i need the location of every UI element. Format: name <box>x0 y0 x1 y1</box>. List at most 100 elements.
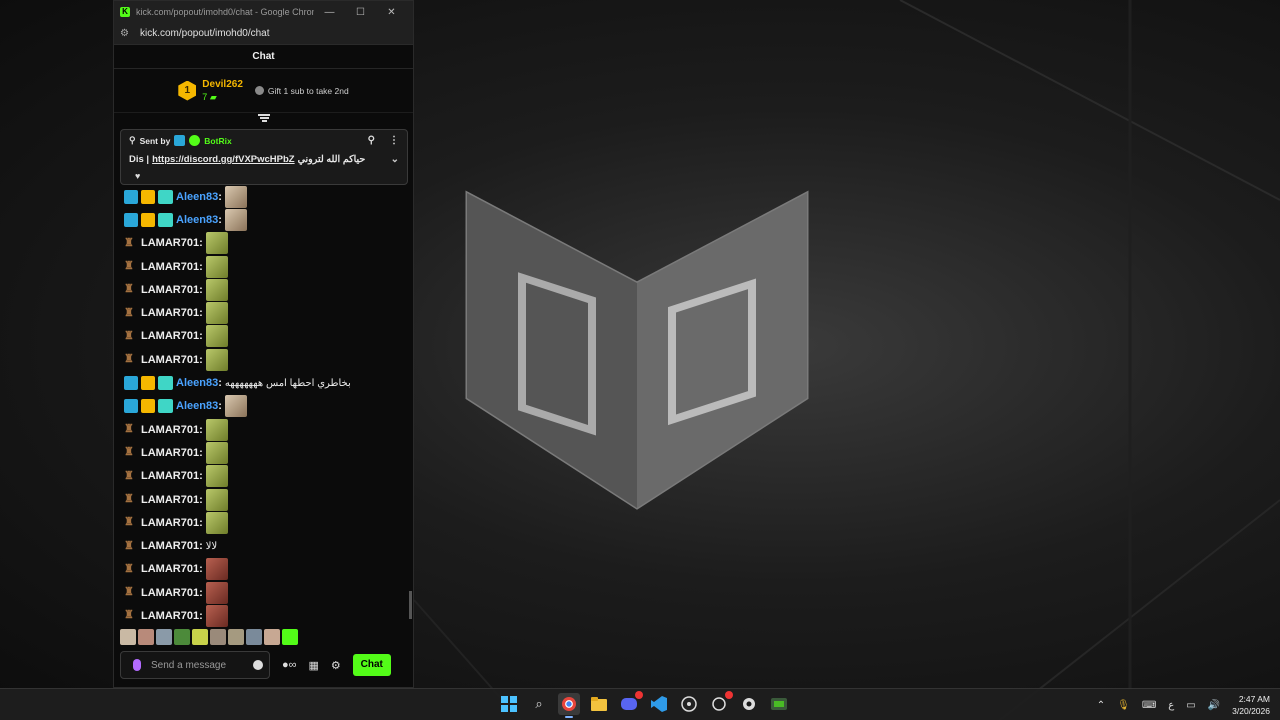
chat-username[interactable]: Aleen83 <box>176 191 218 203</box>
chat-message[interactable]: ♜ LAMAR701: <box>114 604 414 627</box>
quick-emote[interactable] <box>156 629 172 645</box>
emote-image[interactable] <box>224 395 247 418</box>
chat-username[interactable]: LAMAR701 <box>141 587 199 599</box>
obs-icon[interactable] <box>678 693 700 715</box>
chat-username[interactable]: LAMAR701 <box>141 284 199 296</box>
chat-message[interactable]: Aleen83: <box>114 395 414 418</box>
discord-icon[interactable] <box>618 691 643 715</box>
chat-message[interactable]: ♜ LAMAR701: <box>114 278 414 301</box>
chat-message[interactable]: ♜ LAMAR701: <box>114 255 414 278</box>
chat-username[interactable]: Aleen83 <box>176 400 218 412</box>
keyboard-icon[interactable]: ⌨ <box>1142 700 1156 711</box>
chat-username[interactable]: LAMAR701 <box>141 237 199 249</box>
emote-image[interactable] <box>205 278 228 301</box>
leader-username[interactable]: Devil262 <box>202 79 243 91</box>
emote-image[interactable] <box>205 302 228 325</box>
chat-message[interactable]: ♜ LAMAR701: <box>114 301 414 325</box>
chat-message[interactable]: ♜ LAMAR701: <box>114 441 414 464</box>
chat-message[interactable]: Aleen83: <box>114 208 414 231</box>
emote-image[interactable] <box>205 581 228 604</box>
quick-emote[interactable] <box>264 629 280 645</box>
maximize-button[interactable]: ☐ <box>345 7 376 18</box>
chat-message[interactable]: Aleen83: بخاطري احطها امس هههههههه <box>114 371 414 394</box>
game-bar-icon[interactable] <box>768 693 790 715</box>
chat-username[interactable]: LAMAR701 <box>141 540 199 552</box>
more-options-icon[interactable]: ⋮ <box>389 135 399 146</box>
chat-username[interactable]: LAMAR701 <box>141 307 199 319</box>
emote-image[interactable] <box>205 558 228 581</box>
language-indicator[interactable]: ع <box>1168 700 1174 711</box>
chat-message[interactable]: ♜ LAMAR701: <box>114 488 414 511</box>
emote-image[interactable] <box>205 604 228 627</box>
unpin-icon[interactable]: ⚲ <box>368 135 375 146</box>
chat-username[interactable]: LAMAR701 <box>141 563 199 575</box>
quick-emote[interactable] <box>228 629 244 645</box>
microphone-icon[interactable] <box>133 659 141 671</box>
chat-username[interactable]: LAMAR701 <box>141 517 199 529</box>
chevron-down-icon[interactable]: ⌄ <box>391 154 399 165</box>
chat-message[interactable]: ♜ LAMAR701: <box>114 232 414 255</box>
chat-message[interactable]: ♜ LAMAR701: <box>114 418 414 441</box>
gift-sub-prompt[interactable]: Gift 1 sub to take 2nd <box>254 86 349 96</box>
chat-username[interactable]: LAMAR701 <box>141 610 199 622</box>
settings-gear-icon[interactable]: ⚙ <box>331 659 341 672</box>
emote-image[interactable] <box>205 348 228 371</box>
chat-username[interactable]: LAMAR701 <box>141 330 199 342</box>
emote-image[interactable] <box>205 465 228 488</box>
window-titlebar[interactable]: K kick.com/popout/imohd0/chat - Google C… <box>114 1 413 23</box>
chat-message[interactable]: ♜ LAMAR701: <box>114 558 414 581</box>
chat-message[interactable]: ♜ LAMAR701: <box>114 581 414 604</box>
quick-emote[interactable] <box>192 629 208 645</box>
gift-leaderboard[interactable]: 1 Devil262 7 ▰ Gift 1 sub to take 2nd <box>114 69 413 113</box>
emote-image[interactable] <box>205 232 228 255</box>
quick-emote[interactable] <box>210 629 226 645</box>
points-icon[interactable]: ●∞ <box>282 659 297 671</box>
chat-username[interactable]: LAMAR701 <box>141 424 199 436</box>
windows-start-icon[interactable] <box>498 693 520 715</box>
emote-image[interactable] <box>205 511 228 534</box>
heart-icon[interactable]: ♥ <box>135 171 140 181</box>
chat-message[interactable]: ♜ LAMAR701: <box>114 325 414 348</box>
emote-image[interactable] <box>224 208 247 231</box>
send-chat-button[interactable]: Chat <box>352 654 391 676</box>
chat-username[interactable]: LAMAR701 <box>141 447 199 459</box>
chat-username[interactable]: Aleen83 <box>176 377 218 389</box>
network-icon[interactable]: ▭ <box>1186 700 1195 711</box>
discord-link[interactable]: https://discord.gg/fVXPwcHPbZ <box>152 154 295 165</box>
quick-emote[interactable] <box>174 629 190 645</box>
emoji-picker-icon[interactable] <box>253 660 263 670</box>
chat-username[interactable]: LAMAR701 <box>141 261 199 273</box>
store-icon[interactable]: ▦ <box>309 659 319 672</box>
quick-emote[interactable] <box>246 629 262 645</box>
emote-image[interactable] <box>205 418 228 441</box>
emote-image[interactable] <box>205 488 228 511</box>
minimize-button[interactable]: — <box>314 7 345 18</box>
address-bar[interactable]: ⚙ kick.com/popout/imohd0/chat <box>114 23 413 45</box>
volume-icon[interactable]: 🔊 <box>1208 700 1220 711</box>
emote-image[interactable] <box>205 255 228 278</box>
chat-username[interactable]: LAMAR701 <box>141 354 199 366</box>
vscode-icon[interactable] <box>648 693 670 715</box>
quick-emote[interactable] <box>282 629 298 645</box>
chat-message[interactable]: ♜ LAMAR701: <box>114 511 414 534</box>
taskbar-clock[interactable]: 2:47 AM 3/20/2026 <box>1232 693 1270 717</box>
pinned-sender[interactable]: BotRix <box>204 136 231 146</box>
chat-username[interactable]: LAMAR701 <box>141 470 199 482</box>
message-input[interactable]: Send a message <box>120 651 270 679</box>
search-icon[interactable]: ⌕ <box>528 693 550 715</box>
site-info-icon[interactable]: ⚙ <box>120 28 132 40</box>
microphone-tray-icon[interactable]: 🎙 <box>1117 700 1130 711</box>
chat-message[interactable]: ♜ LAMAR701: لالا <box>114 534 414 557</box>
chat-username[interactable]: Aleen83 <box>176 214 218 226</box>
close-button[interactable]: ✕ <box>376 7 407 18</box>
file-explorer-icon[interactable] <box>588 693 610 715</box>
chat-username[interactable]: LAMAR701 <box>141 494 199 506</box>
steam-icon[interactable] <box>738 693 760 715</box>
red-app-icon[interactable] <box>708 691 733 715</box>
chat-filter-icon[interactable] <box>257 113 271 123</box>
chat-message[interactable]: ♜ LAMAR701: <box>114 465 414 488</box>
quick-emote[interactable] <box>138 629 154 645</box>
chat-scrollbar[interactable] <box>409 591 412 619</box>
chrome-icon[interactable] <box>558 693 580 718</box>
chevron-up-icon[interactable]: ⌃ <box>1097 700 1105 711</box>
